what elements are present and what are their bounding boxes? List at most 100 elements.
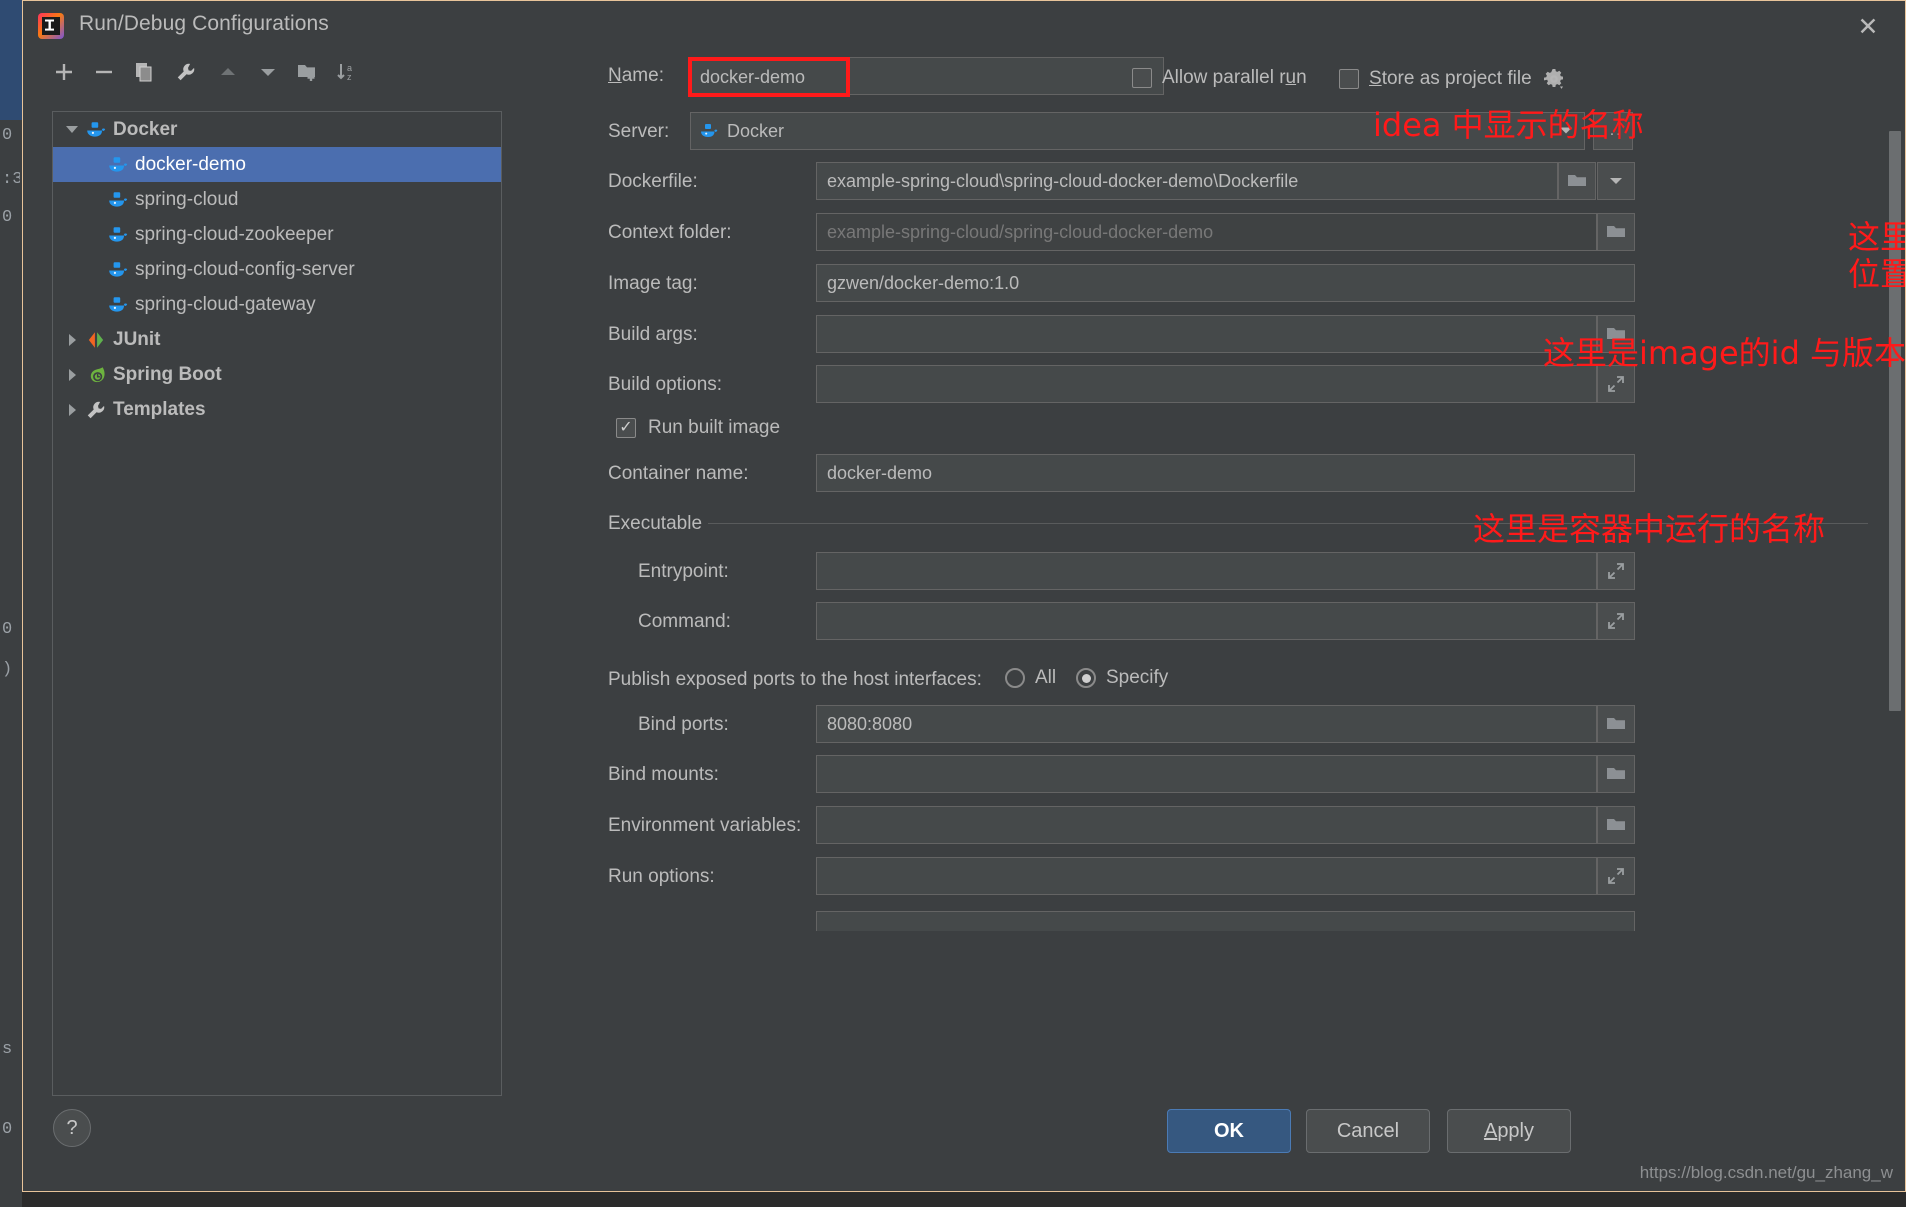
expand-icon	[1608, 376, 1624, 392]
dockerfile-input[interactable]: example-spring-cloud\spring-cloud-docker…	[816, 162, 1558, 200]
dockerfile-history-button[interactable]	[1597, 162, 1635, 200]
bind-ports-browse-button[interactable]	[1597, 705, 1635, 743]
docker-icon	[699, 121, 719, 141]
container-name-input[interactable]: docker-demo	[816, 454, 1635, 492]
close-icon[interactable]: ✕	[1841, 7, 1895, 47]
chevron-right-icon[interactable]	[61, 368, 83, 382]
run-built-image-row[interactable]: ✓ Run built image	[616, 417, 780, 439]
intellij-idea-icon	[37, 12, 65, 40]
context-folder-input[interactable]: example-spring-cloud/spring-cloud-docker…	[816, 213, 1597, 251]
run-options-expand-button[interactable]	[1597, 857, 1635, 895]
gear-dropdown-icon[interactable]	[1542, 67, 1566, 91]
entrypoint-expand-button[interactable]	[1597, 552, 1635, 590]
folder-icon	[1607, 819, 1625, 830]
bind-mounts-label: Bind mounts:	[608, 764, 719, 785]
run-options-input[interactable]	[816, 857, 1597, 895]
build-options-expand-button[interactable]	[1597, 365, 1635, 403]
page-watermark: https://blog.csdn.net/gu_zhang_w	[1639, 1163, 1893, 1182]
tree-item-spring-cloud-config-server[interactable]: spring-cloud-config-server	[53, 252, 501, 287]
chevron-right-icon[interactable]	[61, 403, 83, 417]
ide-ghost-text: s	[2, 1040, 13, 1059]
form-scrollbar-track[interactable]	[1889, 101, 1901, 1095]
command-input[interactable]	[816, 602, 1597, 640]
bind-ports-input[interactable]: 8080:8080	[816, 705, 1597, 743]
store-as-project-file-checkbox[interactable]	[1339, 69, 1359, 89]
cancel-button[interactable]: Cancel	[1306, 1109, 1430, 1153]
entrypoint-input[interactable]	[816, 552, 1597, 590]
expand-icon	[1608, 613, 1624, 629]
ide-ghost-text: 0 U	[2, 126, 20, 145]
server-combobox[interactable]: Docker	[690, 112, 1585, 150]
server-value: Docker	[727, 120, 785, 141]
expand-icon	[1608, 868, 1624, 884]
configuration-form: Name: docker-demo Allow parallel run Sto…	[608, 49, 1905, 1095]
expand-icon	[1608, 563, 1624, 579]
chevron-down-icon[interactable]	[61, 124, 83, 135]
bind-mounts-browse-button[interactable]	[1597, 755, 1635, 793]
sort-az-icon[interactable]: a z	[333, 57, 363, 87]
command-label: Command:	[638, 611, 731, 632]
publish-ports-radio-specify[interactable]	[1076, 668, 1096, 688]
tree-item-junit[interactable]: JUnit	[53, 322, 501, 357]
chevron-right-icon[interactable]	[61, 333, 83, 347]
form-scrollbar-thumb[interactable]	[1889, 131, 1901, 711]
build-args-browse-button[interactable]	[1597, 315, 1635, 353]
tree-item-spring-cloud[interactable]: spring-cloud	[53, 182, 501, 217]
tree-item-spring-boot[interactable]: Spring Boot	[53, 357, 501, 392]
allow-parallel-run-row[interactable]: Allow parallel run	[1132, 67, 1307, 89]
container-name-label: Container name:	[608, 463, 749, 484]
clipped-next-row[interactable]	[816, 911, 1635, 931]
environment-variables-browse-button[interactable]	[1597, 806, 1635, 844]
apply-button[interactable]: Apply	[1447, 1109, 1571, 1153]
chevron-down-icon[interactable]	[1558, 121, 1574, 142]
tree-item-docker-demo[interactable]: docker-demo	[53, 147, 501, 182]
add-configuration-button[interactable]	[49, 57, 79, 87]
environment-variables-label: Environment variables:	[608, 815, 802, 836]
new-folder-icon[interactable]	[293, 57, 323, 87]
copy-configuration-button[interactable]	[129, 57, 159, 87]
publish-ports-option-all[interactable]: All	[1005, 667, 1056, 689]
build-options-input[interactable]	[816, 365, 1597, 403]
tree-item-spring-cloud-zookeeper[interactable]: spring-cloud-zookeeper	[53, 217, 501, 252]
context-folder-browse-button[interactable]	[1597, 213, 1635, 251]
remove-configuration-button[interactable]	[89, 57, 119, 87]
allow-parallel-run-label: Allow parallel run	[1162, 67, 1307, 88]
allow-parallel-run-checkbox[interactable]	[1132, 68, 1152, 88]
check-icon: ✓	[619, 419, 633, 436]
tree-item-templates[interactable]: Templates	[53, 392, 501, 427]
ide-ghost-text: 0	[2, 620, 13, 639]
move-up-button[interactable]	[213, 57, 243, 87]
move-down-button[interactable]	[253, 57, 283, 87]
store-as-project-file-row[interactable]: Store as project file	[1339, 67, 1566, 91]
publish-ports-all-label: All	[1035, 667, 1057, 688]
dockerfile-browse-button[interactable]	[1558, 162, 1596, 200]
configurations-tree[interactable]: Docker docker-demo spring-cloud spring-c…	[52, 111, 502, 1096]
run-debug-configurations-dialog: Run/Debug Configurations ✕ a z Docker do…	[22, 0, 1906, 1192]
command-expand-button[interactable]	[1597, 602, 1635, 640]
docker-icon	[105, 154, 131, 176]
run-built-image-checkbox[interactable]: ✓	[616, 418, 636, 438]
edit-templates-button[interactable]	[171, 57, 201, 87]
bind-mounts-input[interactable]	[816, 755, 1597, 793]
publish-ports-specify-label: Specify	[1106, 667, 1169, 688]
server-browse-button[interactable]: ...	[1593, 112, 1633, 150]
name-input[interactable]: docker-demo	[688, 57, 850, 97]
tree-item-label: spring-cloud-config-server	[135, 258, 355, 280]
publish-ports-option-specify[interactable]: Specify	[1076, 667, 1168, 689]
image-tag-input[interactable]: gzwen/docker-demo:1.0	[816, 264, 1635, 302]
tree-item-docker[interactable]: Docker	[53, 112, 501, 147]
tree-item-label: Docker	[113, 118, 178, 140]
ok-button[interactable]: OK	[1167, 1109, 1291, 1153]
publish-ports-radio-all[interactable]	[1005, 668, 1025, 688]
executable-section-title: Executable	[608, 513, 703, 534]
environment-variables-input[interactable]	[816, 806, 1597, 844]
ide-ghost-text: 0	[2, 1120, 13, 1139]
image-tag-label: Image tag:	[608, 273, 698, 294]
build-args-label: Build args:	[608, 324, 698, 345]
container-name-annotation: 这里是容器中运行的名称	[1473, 510, 1826, 548]
tree-item-label: spring-cloud-gateway	[135, 293, 316, 315]
run-options-label: Run options:	[608, 866, 715, 887]
build-args-input[interactable]	[816, 315, 1597, 353]
tree-item-spring-cloud-gateway[interactable]: spring-cloud-gateway	[53, 287, 501, 322]
help-button[interactable]: ?	[53, 1109, 91, 1147]
